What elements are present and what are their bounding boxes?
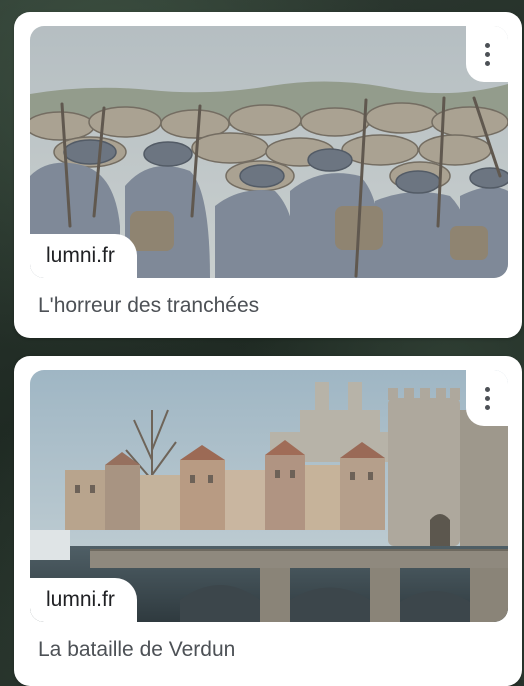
result-title[interactable]: L'horreur des tranchées [38, 294, 259, 318]
more-options-button[interactable] [466, 370, 508, 426]
more-vert-icon [484, 42, 490, 48]
more-vert-icon [484, 386, 490, 392]
image-result-card[interactable]: lumni.fr L'horreur des tranchées [14, 12, 522, 338]
source-label: lumni.fr [30, 578, 137, 622]
result-thumbnail[interactable]: lumni.fr [30, 26, 508, 278]
result-title[interactable]: La bataille de Verdun [38, 638, 235, 662]
image-result-card[interactable]: lumni.fr La bataille de Verdun [14, 356, 522, 686]
more-vert-icon-dot [484, 60, 490, 66]
more-vert-icon-dot [484, 404, 490, 410]
more-vert-icon-dot [484, 395, 490, 401]
source-label: lumni.fr [30, 234, 137, 278]
more-vert-icon-dot [484, 51, 490, 57]
result-thumbnail[interactable]: lumni.fr [30, 370, 508, 622]
more-options-button[interactable] [466, 26, 508, 82]
